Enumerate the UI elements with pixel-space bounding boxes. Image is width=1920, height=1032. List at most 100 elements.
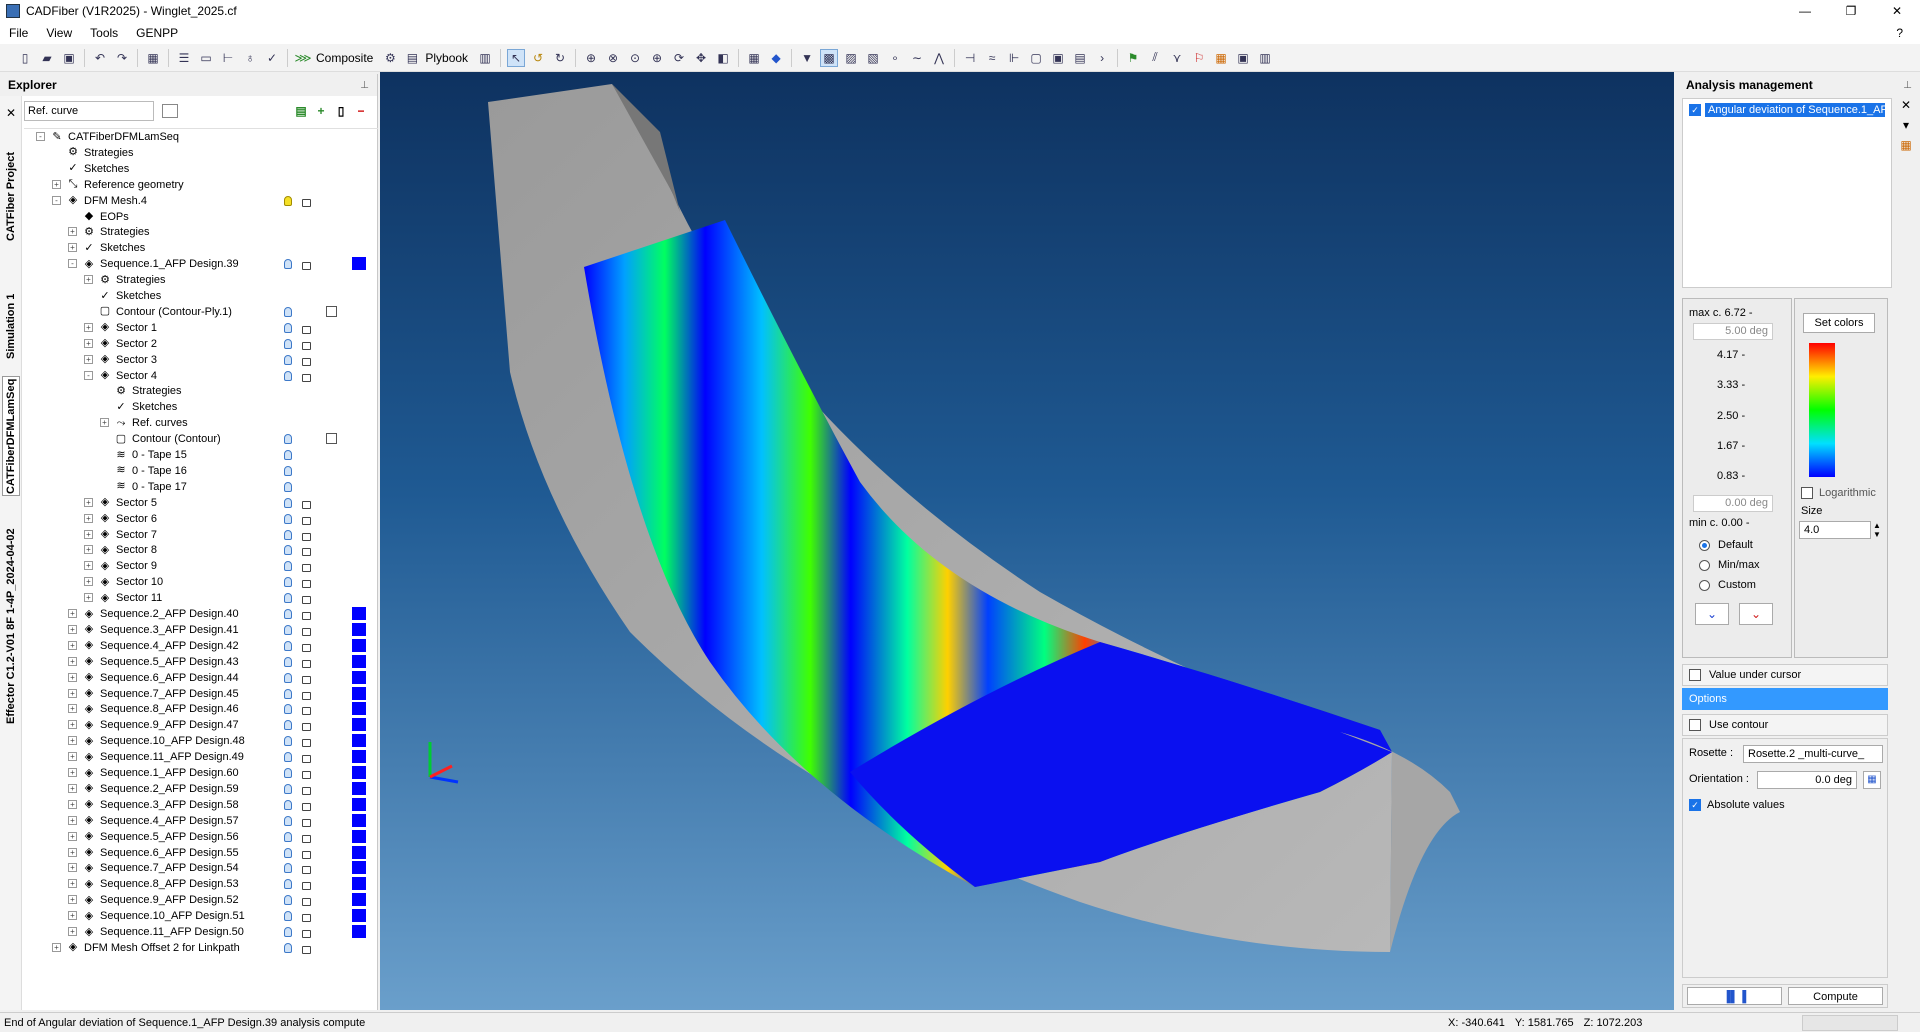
tree-item[interactable]: + ◈ Sequence.4_AFP Design.42: [24, 638, 378, 654]
tree-item[interactable]: + ◈ Sequence.2_AFP Design.40: [24, 606, 378, 622]
calendar-icon[interactable]: [162, 104, 178, 118]
lock-icon[interactable]: [302, 548, 311, 557]
visibility-bulb-icon[interactable]: [284, 195, 292, 206]
sequence-color-swatch[interactable]: [352, 654, 366, 668]
absolute-values-checkbox[interactable]: ✓: [1689, 799, 1701, 811]
lock-icon[interactable]: [302, 866, 311, 875]
visibility-bulb-icon[interactable]: [284, 911, 292, 922]
tree-expander-icon[interactable]: +: [68, 927, 77, 936]
tree-expander-icon[interactable]: +: [52, 942, 61, 952]
analysis7-icon[interactable]: ▥: [1256, 49, 1274, 67]
redo-icon[interactable]: ↷: [113, 49, 131, 67]
pan-icon[interactable]: ✥: [692, 49, 710, 67]
visibility-bulb-icon[interactable]: [284, 593, 292, 604]
sequence-color-swatch[interactable]: [352, 813, 366, 827]
menu-genpp[interactable]: GENPP: [127, 26, 187, 40]
tree-expander-icon[interactable]: +: [84, 275, 93, 285]
tree-expander-icon[interactable]: +: [68, 863, 77, 873]
tree-item[interactable]: ▢ Contour (Contour-Ply.1): [24, 304, 378, 320]
zoom-fit-icon[interactable]: ⊙: [626, 49, 644, 67]
use-contour-option[interactable]: Use contour: [1682, 714, 1888, 736]
visibility-bulb-icon[interactable]: [284, 831, 292, 842]
sequence-color-swatch[interactable]: [352, 877, 366, 891]
zoom-in-icon[interactable]: ⊕: [648, 49, 666, 67]
analysis6-icon[interactable]: ▣: [1234, 49, 1252, 67]
tree-expander-icon[interactable]: +: [68, 831, 77, 841]
sequence-color-swatch[interactable]: [352, 845, 366, 859]
lock-icon[interactable]: [302, 802, 311, 811]
tree-expander-icon[interactable]: +: [68, 783, 77, 793]
tree-item[interactable]: - ◈ Sector 4: [24, 368, 378, 384]
visibility-bulb-icon[interactable]: [284, 688, 292, 699]
tree-item[interactable]: + ◈ Sector 1: [24, 320, 378, 336]
pin-icon[interactable]: ⊥: [360, 80, 369, 91]
tree-item[interactable]: + ◈ Sector 6: [24, 511, 378, 527]
rosette-select[interactable]: Rosette.2 _multi-curve_: [1743, 745, 1883, 763]
tree-expander-icon[interactable]: +: [100, 418, 109, 428]
analysis-item[interactable]: ✓ Angular deviation of Sequence.1_AFP: [1689, 103, 1885, 117]
sequence-color-swatch[interactable]: [352, 766, 366, 779]
lock-icon[interactable]: [302, 643, 311, 652]
menu-tools[interactable]: Tools: [81, 26, 127, 40]
tree-item[interactable]: ✓ Sketches: [24, 288, 378, 304]
tree-item[interactable]: + ◈ Sequence.7_AFP Design.45: [24, 686, 378, 702]
save-icon[interactable]: ▣: [60, 49, 78, 67]
tree-expander-icon[interactable]: -: [68, 259, 77, 269]
lock-icon[interactable]: [302, 930, 311, 938]
tree-item[interactable]: - ◈ DFM Mesh.4: [24, 193, 378, 209]
visibility-bulb-icon[interactable]: [284, 768, 292, 778]
tree-item[interactable]: + ◈ Sector 7: [24, 527, 378, 543]
tree-item[interactable]: + ◈ Sector 5: [24, 495, 378, 511]
analysis-icon[interactable]: ⚑: [1124, 49, 1142, 67]
radio-custom[interactable]: Custom: [1699, 579, 1756, 591]
tree-item[interactable]: + ◈ Sector 2: [24, 336, 378, 352]
lock-icon[interactable]: [302, 564, 311, 573]
remove-icon[interactable]: −: [354, 104, 368, 118]
plybook-icon[interactable]: ▤: [403, 49, 421, 67]
menu-view[interactable]: View: [37, 26, 81, 40]
blue-curve-button[interactable]: ⌄: [1695, 603, 1729, 625]
measure-icon[interactable]: ⊣: [961, 49, 979, 67]
tree-expander-icon[interactable]: +: [84, 561, 93, 571]
tree-item[interactable]: + ⚙ Strategies: [24, 272, 378, 288]
visibility-bulb-icon[interactable]: [284, 799, 292, 810]
lock-icon[interactable]: [302, 516, 311, 525]
visibility-bulb-icon[interactable]: [284, 624, 292, 635]
list-icon[interactable]: ☰: [175, 49, 193, 67]
sequence-color-swatch[interactable]: [352, 607, 366, 620]
box-icon[interactable]: ▢: [1027, 49, 1045, 67]
curve-icon[interactable]: ∼: [908, 49, 926, 67]
visibility-bulb-icon[interactable]: [284, 656, 292, 667]
tree-item[interactable]: + ◈ Sector 3: [24, 352, 378, 368]
iso-view-icon[interactable]: ◆: [767, 49, 785, 67]
composite-icon[interactable]: ⋙: [294, 49, 312, 67]
tree-item[interactable]: - ✎ CATFiberDFMLamSeq: [24, 129, 378, 145]
plybook-button[interactable]: Plybook: [425, 51, 468, 65]
close-icon[interactable]: ✕: [1894, 98, 1918, 112]
compute-button[interactable]: Compute: [1788, 987, 1883, 1005]
visibility-bulb-icon[interactable]: [284, 322, 292, 333]
tree-item[interactable]: + ◈ Sequence.5_AFP Design.56: [24, 829, 378, 845]
tab-simulation[interactable]: Simulation 1: [2, 286, 20, 366]
tree-item[interactable]: + ◈ Sector 10: [24, 574, 378, 590]
tree-item[interactable]: + ◈ Sector 8: [24, 542, 378, 558]
visibility-bulb-icon[interactable]: [284, 640, 292, 651]
tree-item[interactable]: + ◈ Sequence.11_AFP Design.50: [24, 924, 378, 940]
red-curve-button[interactable]: ⌄: [1739, 603, 1773, 625]
rotate-left-icon[interactable]: ↺: [529, 49, 547, 67]
visibility-bulb-icon[interactable]: [284, 720, 292, 731]
lock-icon[interactable]: [302, 723, 311, 732]
lock-icon[interactable]: [302, 659, 311, 668]
menu-file[interactable]: File: [0, 26, 37, 40]
close-tab-icon[interactable]: ✕: [6, 106, 16, 120]
composite-dropdown[interactable]: Composite: [316, 51, 373, 65]
lock-icon[interactable]: [302, 596, 311, 605]
tab-catfiber-project[interactable]: CATFiber Project: [2, 136, 20, 256]
close-button[interactable]: ✕: [1874, 0, 1920, 22]
sequence-color-swatch[interactable]: [352, 622, 366, 636]
tree-item[interactable]: + ✓ Sketches: [24, 240, 378, 256]
size-input[interactable]: 4.0: [1799, 521, 1871, 539]
tree-expander-icon[interactable]: +: [68, 752, 77, 762]
sequence-color-swatch[interactable]: [352, 750, 366, 764]
sequence-color-swatch[interactable]: [352, 829, 366, 843]
